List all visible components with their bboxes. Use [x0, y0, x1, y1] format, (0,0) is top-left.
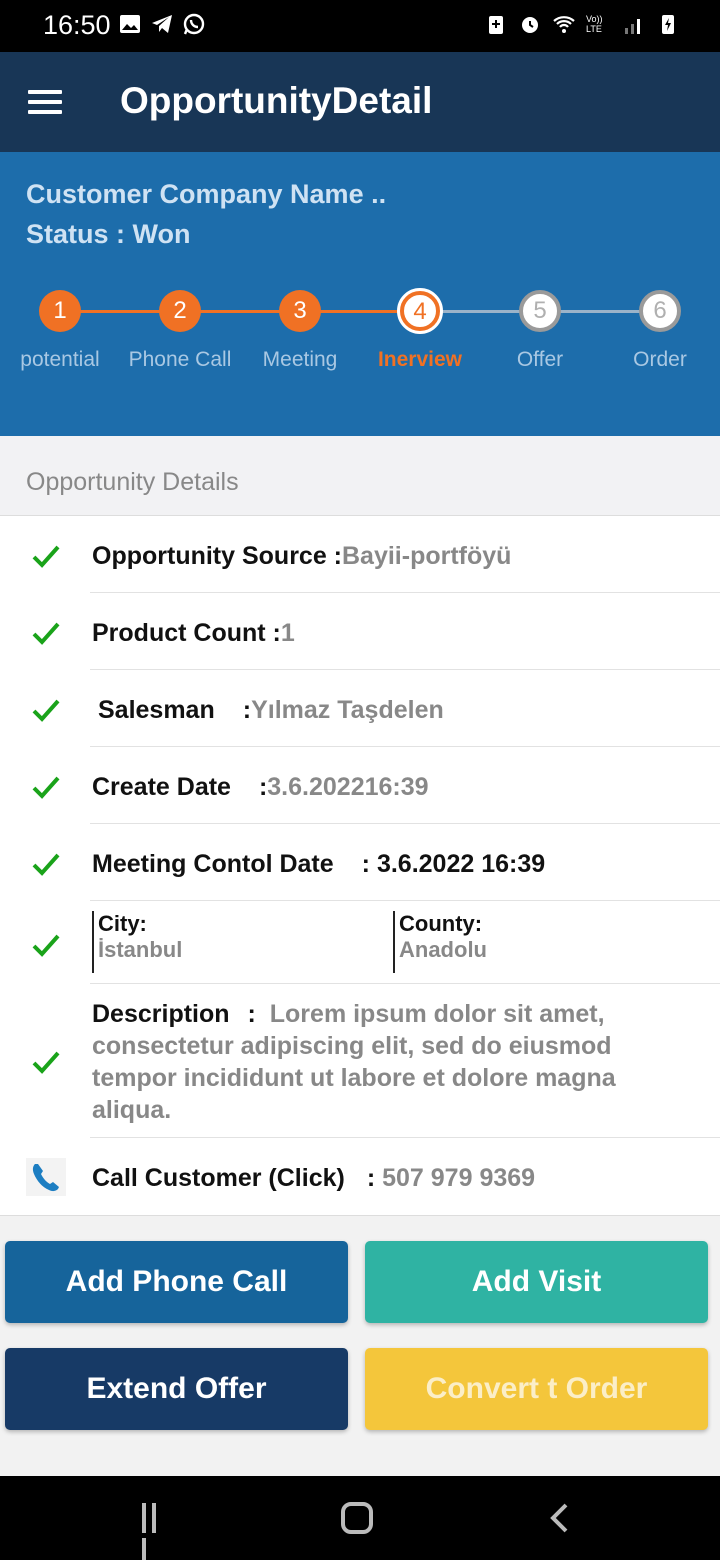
detail-row-description: Description: Lorem ipsum dolor sit amet,… [0, 984, 720, 1138]
meeting-date-separator: : [361, 850, 370, 878]
county-label: County: [399, 911, 483, 936]
detail-row-salesman: Salesman:Yılmaz Taşdelen [0, 670, 720, 747]
telegram-icon [152, 15, 172, 33]
step-label: potential [20, 348, 100, 371]
whatsapp-icon [183, 13, 205, 35]
step-order[interactable]: 6 Order [600, 290, 720, 372]
step-number: 2 [159, 290, 201, 332]
opportunity-status: Status : Won [26, 219, 191, 249]
add-visit-button[interactable]: Add Visit [365, 1241, 708, 1323]
alarm-icon [522, 17, 538, 33]
home-icon[interactable] [341, 1502, 373, 1534]
section-header: Opportunity Details [0, 436, 720, 516]
check-icon [32, 853, 60, 876]
app-bar: OpportunityDetail [0, 52, 720, 152]
wifi-icon [553, 16, 575, 33]
details-list: Opportunity Source :Bayii-portföyü Produ… [0, 516, 720, 1216]
status-bar: 16:50 Vo)) LTE [0, 0, 720, 52]
add-phone-call-button[interactable]: Add Phone Call [5, 1241, 348, 1323]
step-phone-call[interactable]: 2 Phone Call [120, 290, 240, 372]
product-count-value: 1 [280, 619, 295, 647]
check-icon [32, 776, 60, 799]
network-type-label: Vo)) LTE [586, 14, 603, 34]
create-date-label: Create Date [92, 773, 231, 801]
detail-row-product-count: Product Count :1 [0, 593, 720, 670]
check-icon [32, 622, 60, 645]
gallery-icon [120, 15, 140, 33]
step-number: 6 [639, 290, 681, 332]
step-number: 5 [519, 290, 561, 332]
county-value: Anadolu [399, 937, 487, 962]
step-potential[interactable]: 1 potential [0, 290, 120, 372]
salesman-label: Salesman [98, 696, 215, 724]
detail-text: Create Date:3.6.202216:39 [92, 773, 429, 802]
description-separator: : [247, 1000, 256, 1028]
city-label: City: [98, 911, 147, 936]
step-label: Meeting [262, 348, 338, 371]
description-text: Description: Lorem ipsum dolor sit amet,… [92, 998, 692, 1126]
source-value: Bayii-portföyü [342, 542, 512, 570]
step-label: Inerview [377, 348, 463, 371]
step-offer[interactable]: 5 Offer [480, 290, 600, 372]
call-separator: : [366, 1164, 376, 1192]
step-meeting[interactable]: 3 Meeting [240, 290, 360, 372]
salesman-value: Yılmaz Taşdelen [251, 696, 444, 724]
notification-icons [118, 12, 206, 36]
meeting-date-value: 3.6.2022 16:39 [376, 850, 546, 878]
meeting-date-label: Meeting Contol Date [92, 850, 334, 878]
recent-apps-icon[interactable] [142, 1503, 170, 1560]
customer-company-name: Customer Company Name .. [26, 179, 387, 209]
phone-icon[interactable] [26, 1158, 66, 1196]
step-label: Offer [516, 348, 564, 371]
hamburger-menu-icon[interactable] [28, 90, 62, 116]
city-block: City: İstanbul [92, 911, 182, 973]
step-interview[interactable]: 4 Inerview [360, 288, 480, 372]
detail-row-source: Opportunity Source :Bayii-portföyü [0, 516, 720, 593]
call-customer-row[interactable]: Call Customer (Click): 507 979 9369 [0, 1138, 720, 1216]
step-number: 1 [39, 290, 81, 332]
check-icon [32, 1051, 60, 1074]
create-date-value: 3.6.202216:39 [267, 773, 429, 801]
opportunity-header: Customer Company Name .. Status : Won 1 … [0, 152, 720, 436]
step-number: 3 [279, 290, 321, 332]
call-phone-number[interactable]: 507 979 9369 [382, 1164, 535, 1192]
page-title: OpportunityDetail [120, 80, 433, 121]
call-label: Call Customer (Click) [92, 1164, 345, 1192]
stage-stepper: 1 potential 2 Phone Call 3 Meeting 4 Ine… [0, 288, 720, 390]
salesman-separator: : [242, 696, 252, 724]
battery-saver-icon [489, 16, 503, 34]
city-value: İstanbul [98, 937, 183, 962]
detail-text: Opportunity Source :Bayii-portföyü [92, 542, 511, 571]
step-label: Order [633, 348, 687, 371]
back-icon[interactable] [548, 1502, 572, 1534]
step-number: 4 [397, 288, 443, 334]
battery-icon [662, 15, 674, 34]
detail-row-create-date: Create Date:3.6.202216:39 [0, 747, 720, 824]
check-icon [32, 545, 60, 568]
system-nav-bar [0, 1476, 720, 1560]
check-icon [32, 934, 60, 957]
section-title: Opportunity Details [26, 468, 239, 496]
source-label: Opportunity Source : [92, 542, 342, 570]
call-customer-text[interactable]: Call Customer (Click): 507 979 9369 [92, 1164, 535, 1193]
product-count-label: Product Count : [92, 619, 281, 647]
detail-text: Product Count :1 [92, 619, 295, 648]
detail-row-meeting-date: Meeting Contol Date: 3.6.2022 16:39 [0, 824, 720, 901]
description-label: Description [92, 1000, 230, 1028]
detail-text: Meeting Contol Date: 3.6.2022 16:39 [92, 850, 545, 879]
step-label: Phone Call [128, 348, 232, 371]
check-icon [32, 699, 60, 722]
convert-to-order-button[interactable]: Convert t Order [365, 1348, 708, 1430]
system-icons: Vo)) LTE [484, 12, 680, 36]
extend-offer-button[interactable]: Extend Offer [5, 1348, 348, 1430]
signal-icon [625, 19, 640, 34]
detail-text: Salesman:Yılmaz Taşdelen [98, 696, 444, 725]
status-time: 16:50 [43, 10, 111, 40]
detail-row-location: City: İstanbul County: Anadolu [0, 901, 720, 984]
county-block: County: Anadolu [393, 911, 487, 973]
